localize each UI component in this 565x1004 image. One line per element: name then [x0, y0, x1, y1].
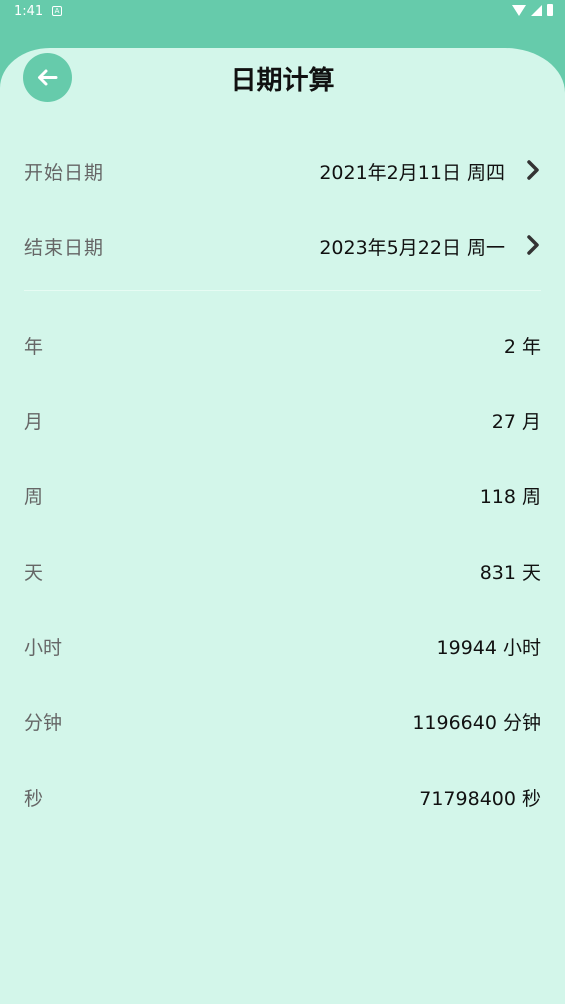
- result-row-days: 天 831 天: [0, 550, 565, 590]
- result-label: 年: [24, 336, 44, 358]
- result-row-years: 年 2 年: [0, 324, 565, 364]
- battery-icon: [547, 4, 553, 16]
- status-time: 1:41: [14, 4, 44, 19]
- chevron-right-icon: [527, 160, 539, 180]
- wifi-icon: [512, 4, 526, 16]
- result-value: 71798400 秒: [419, 788, 541, 810]
- result-row-minutes: 分钟 1196640 分钟: [0, 700, 565, 740]
- result-label: 周: [24, 486, 44, 508]
- result-label: 秒: [24, 788, 44, 810]
- result-row-hours: 小时 19944 小时: [0, 625, 565, 665]
- end-date-value: 2023年5月22日 周一: [319, 237, 505, 259]
- result-row-weeks: 周 118 周: [0, 474, 565, 514]
- result-value: 27 月: [491, 411, 541, 433]
- result-row-seconds: 秒 71798400 秒: [0, 776, 565, 816]
- divider: [24, 290, 541, 291]
- end-date-row[interactable]: 结束日期 2023年5月22日 周一: [0, 220, 565, 270]
- result-value: 1196640 分钟: [412, 712, 541, 734]
- start-date-row[interactable]: 开始日期 2021年2月11日 周四: [0, 145, 565, 195]
- start-date-label: 开始日期: [24, 162, 105, 184]
- result-value: 831 天: [479, 562, 541, 584]
- result-label: 月: [24, 411, 44, 433]
- signal-icon: [531, 4, 542, 16]
- result-label: 分钟: [24, 712, 63, 734]
- result-row-months: 月 27 月: [0, 399, 565, 439]
- start-date-value: 2021年2月11日 周四: [319, 162, 505, 184]
- chevron-right-icon: [527, 235, 539, 255]
- status-bar: 1:41 A: [0, 0, 565, 24]
- end-date-label: 结束日期: [24, 237, 105, 259]
- page-title: 日期计算: [230, 66, 335, 96]
- result-value: 118 周: [479, 486, 541, 508]
- notification-icon: A: [52, 6, 62, 16]
- result-value: 2 年: [503, 336, 541, 358]
- result-label: 天: [24, 562, 44, 584]
- status-icons: [512, 4, 553, 16]
- result-label: 小时: [24, 637, 63, 659]
- result-value: 19944 小时: [436, 637, 541, 659]
